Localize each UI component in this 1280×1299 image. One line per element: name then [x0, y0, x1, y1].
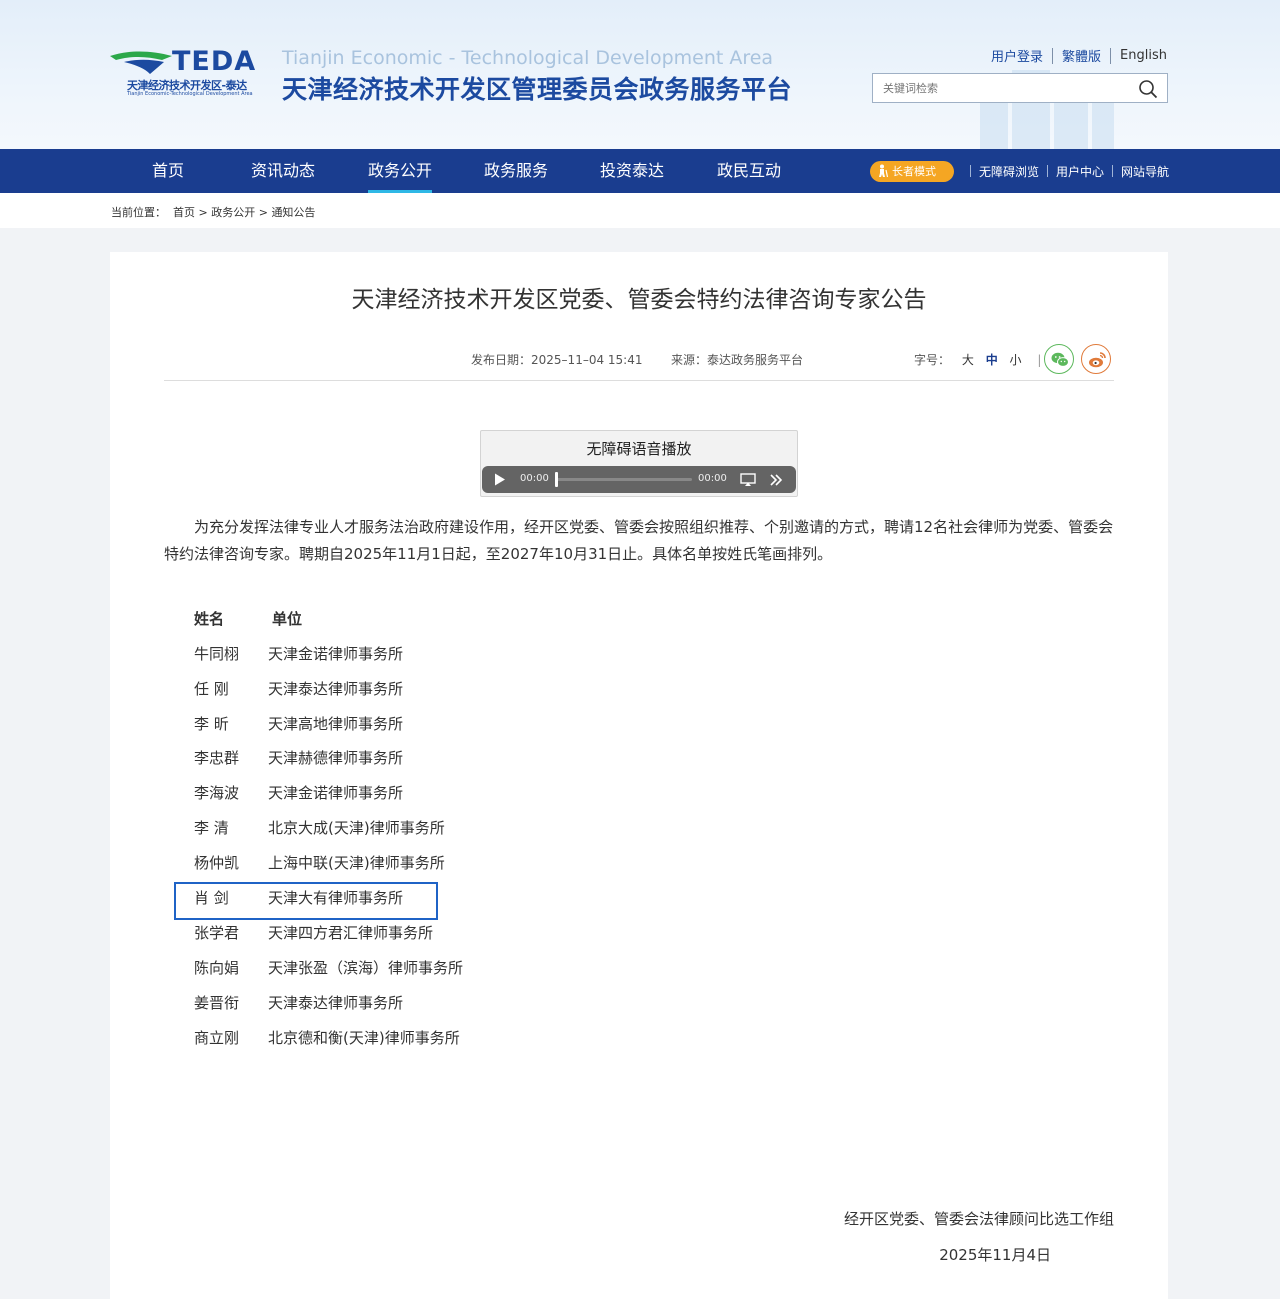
- more-icon[interactable]: [769, 473, 783, 487]
- nav-separator: [970, 165, 971, 177]
- nav-interaction[interactable]: 政民互动: [717, 149, 781, 193]
- publish-date: 发布日期：2025–11–04 15:41: [471, 351, 643, 368]
- publish-date-value: 2025–11–04 15:41: [531, 353, 643, 367]
- source-value: 泰达政务服务平台: [707, 353, 804, 367]
- expert-name: 商立刚: [194, 1029, 240, 1047]
- article-title: 天津经济技术开发区党委、管委会特约法律咨询专家公告: [351, 287, 927, 313]
- elder-mode-button[interactable]: 长者模式: [870, 161, 954, 182]
- article-intro: 为充分发挥法律专业人才服务法治政府建设作用，经开区党委、管委会按照组织推荐、个别…: [164, 518, 1114, 563]
- expert-name: 杨仲凯: [194, 854, 240, 872]
- main-nav: 首页 资讯动态 政务公开 政务服务 投资泰达 政民互动 长者模式 无障碍浏览 用…: [0, 149, 1280, 193]
- expert-name: 陈向娟: [194, 959, 240, 977]
- source-label: 来源：: [671, 353, 708, 367]
- wechat-icon: [1051, 352, 1069, 367]
- name-column-header: 姓名: [194, 610, 225, 628]
- logo-text: TEDA: [172, 46, 257, 77]
- expert-unit: 天津赫德律师事务所: [268, 749, 404, 767]
- unit-column-header: 单位: [272, 610, 303, 628]
- site-nav-link[interactable]: 网站导航: [1121, 163, 1169, 180]
- breadcrumb-notices[interactable]: 通知公告: [271, 206, 315, 219]
- expert-name: 李 清: [194, 819, 229, 837]
- breadcrumb-separator: >: [258, 206, 268, 219]
- nav-separator: [1047, 165, 1049, 177]
- signature-date: 2025年11月4日: [939, 1246, 1051, 1264]
- nav-government-affairs[interactable]: 政务公开: [368, 149, 433, 193]
- font-size-medium[interactable]: 中: [986, 353, 998, 367]
- search-input[interactable]: [873, 74, 1123, 102]
- header-skyline: [980, 95, 1008, 149]
- breadcrumb-gov-affairs[interactable]: 政务公开: [211, 206, 255, 219]
- elder-mode-label: 长者模式: [892, 165, 936, 178]
- highlight-box: [174, 882, 438, 920]
- search-box: [872, 73, 1168, 103]
- breadcrumb: 当前位置： 首页 > 政务公开 > 通知公告: [111, 204, 315, 220]
- link-separator: [1110, 47, 1112, 64]
- nav-separator: [1112, 165, 1114, 177]
- audio-duration: 00:00: [698, 473, 727, 484]
- audio-current-time: 00:00: [520, 473, 549, 484]
- traditional-chinese-link[interactable]: 繁體版: [1062, 46, 1101, 65]
- nav-invest[interactable]: 投资泰达: [600, 149, 664, 193]
- font-size-label: 字号：: [914, 353, 951, 367]
- expert-unit: 天津泰达律师事务所: [268, 680, 404, 698]
- expert-unit: 天津高地律师事务所: [268, 715, 404, 733]
- expert-name: 李 昕: [194, 715, 229, 733]
- login-link[interactable]: 用户登录: [991, 46, 1043, 65]
- search-icon[interactable]: [1138, 79, 1158, 99]
- teda-logo-icon: [110, 51, 172, 74]
- site-name-chinese: 天津经济技术开发区管理委员会政务服务平台: [282, 75, 793, 104]
- publish-date-label: 发布日期：: [471, 353, 532, 367]
- font-size-divider: |: [1037, 353, 1042, 367]
- site-header: TEDA 天津经济技术开发区-泰达 Tianjin Economic-Techn…: [0, 0, 1280, 149]
- expert-name: 任 刚: [194, 680, 229, 698]
- expert-unit: 天津张盈（滨海）律师事务所: [268, 959, 464, 977]
- english-link[interactable]: English: [1120, 48, 1167, 63]
- expert-unit: 天津金诺律师事务所: [268, 645, 404, 663]
- nav-news[interactable]: 资讯动态: [251, 149, 315, 193]
- top-links: 用户登录 繁體版 English: [991, 46, 1167, 65]
- link-separator: [1052, 47, 1054, 64]
- font-size-control: 字号： 大 中 小 |: [914, 351, 1041, 368]
- font-size-large[interactable]: 大: [962, 353, 974, 367]
- expert-name: 姜晋衔: [194, 994, 240, 1012]
- expert-name: 李忠群: [194, 749, 240, 767]
- expert-name: 李海波: [194, 784, 240, 802]
- font-size-small[interactable]: 小: [1010, 353, 1022, 367]
- breadcrumb-bar: 当前位置： 首页 > 政务公开 > 通知公告: [0, 193, 1280, 228]
- weibo-icon: [1089, 352, 1106, 368]
- nav-services[interactable]: 政务服务: [484, 149, 548, 193]
- accessible-browse-link[interactable]: 无障碍浏览: [979, 163, 1039, 180]
- expert-name: 张学君: [194, 924, 240, 942]
- audio-progress-track[interactable]: [556, 478, 692, 481]
- logo-english: Tianjin Economic-Technological Developme…: [127, 91, 253, 97]
- site-name-english: Tianjin Economic - Technological Develop…: [282, 47, 774, 69]
- signature-organization: 经开区党委、管委会法律顾问比选工作组: [843, 1210, 1114, 1228]
- breadcrumb-prefix: 当前位置：: [111, 206, 166, 219]
- breadcrumb-separator: >: [198, 206, 208, 219]
- nav-home[interactable]: 首页: [152, 149, 184, 193]
- share-weibo-button[interactable]: [1081, 344, 1111, 374]
- expert-unit: 北京大成(天津)律师事务所: [268, 819, 445, 837]
- audio-progress-handle[interactable]: [555, 472, 558, 487]
- meta-divider: [164, 380, 1114, 381]
- source: 来源：泰达政务服务平台: [671, 351, 803, 368]
- elder-mode-icon: [879, 164, 889, 178]
- header-skyline: [1092, 100, 1114, 149]
- audio-controls: 00:00 00:00: [482, 466, 796, 493]
- expert-unit: 天津四方君汇律师事务所: [268, 924, 434, 942]
- cast-icon[interactable]: [740, 473, 756, 487]
- audio-player: 无障碍语音播放 00:00 00:00: [480, 430, 798, 497]
- play-icon[interactable]: [494, 473, 506, 486]
- article: 天津经济技术开发区党委、管委会特约法律咨询专家公告 发布日期：2025–11–0…: [110, 252, 1168, 1299]
- breadcrumb-home[interactable]: 首页: [173, 206, 195, 219]
- expert-name: 牛同栩: [194, 645, 240, 663]
- expert-unit: 天津泰达律师事务所: [268, 994, 404, 1012]
- expert-unit: 上海中联(天津)律师事务所: [268, 854, 445, 872]
- nav-right-links: 无障碍浏览 用户中心 网站导航: [962, 149, 1169, 193]
- user-center-link[interactable]: 用户中心: [1056, 163, 1104, 180]
- share-wechat-button[interactable]: [1044, 344, 1074, 374]
- expert-unit: 北京德和衡(天津)律师事务所: [268, 1029, 460, 1047]
- audio-player-title: 无障碍语音播放: [586, 440, 692, 458]
- expert-unit: 天津金诺律师事务所: [268, 784, 404, 802]
